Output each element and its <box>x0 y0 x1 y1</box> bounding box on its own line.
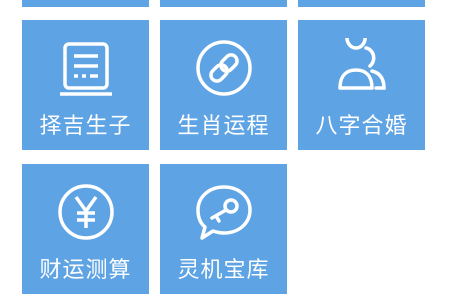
tile-bazi-hehun[interactable]: 八字合婚 <box>298 20 425 150</box>
key-chat-icon <box>194 182 254 242</box>
tile-partial-above-3[interactable] <box>298 0 425 7</box>
tile-zeji-shengzi[interactable]: 择吉生子 <box>22 20 149 150</box>
tile-label: 灵机宝库 <box>177 258 270 283</box>
yen-coin-icon <box>56 182 116 242</box>
tile-label: 财运测算 <box>39 258 132 283</box>
feature-grid: 择吉生子 生肖运程 八字合婚 财运测算 灵机宝库 <box>0 0 450 300</box>
tile-lingji-baoku[interactable]: 灵机宝库 <box>160 164 287 294</box>
tile-caiyun-cesuan[interactable]: 财运测算 <box>22 164 149 294</box>
tile-label: 八字合婚 <box>315 114 408 139</box>
chain-link-icon <box>194 38 254 98</box>
tile-label: 生肖运程 <box>177 114 270 139</box>
couple-icon <box>332 38 392 98</box>
tile-label: 择吉生子 <box>39 114 132 139</box>
tile-shengxiao-yuncheng[interactable]: 生肖运程 <box>160 20 287 150</box>
tile-partial-above-2[interactable] <box>160 0 287 7</box>
calendar-box-icon <box>56 38 116 98</box>
tile-partial-above-1[interactable] <box>22 0 149 7</box>
